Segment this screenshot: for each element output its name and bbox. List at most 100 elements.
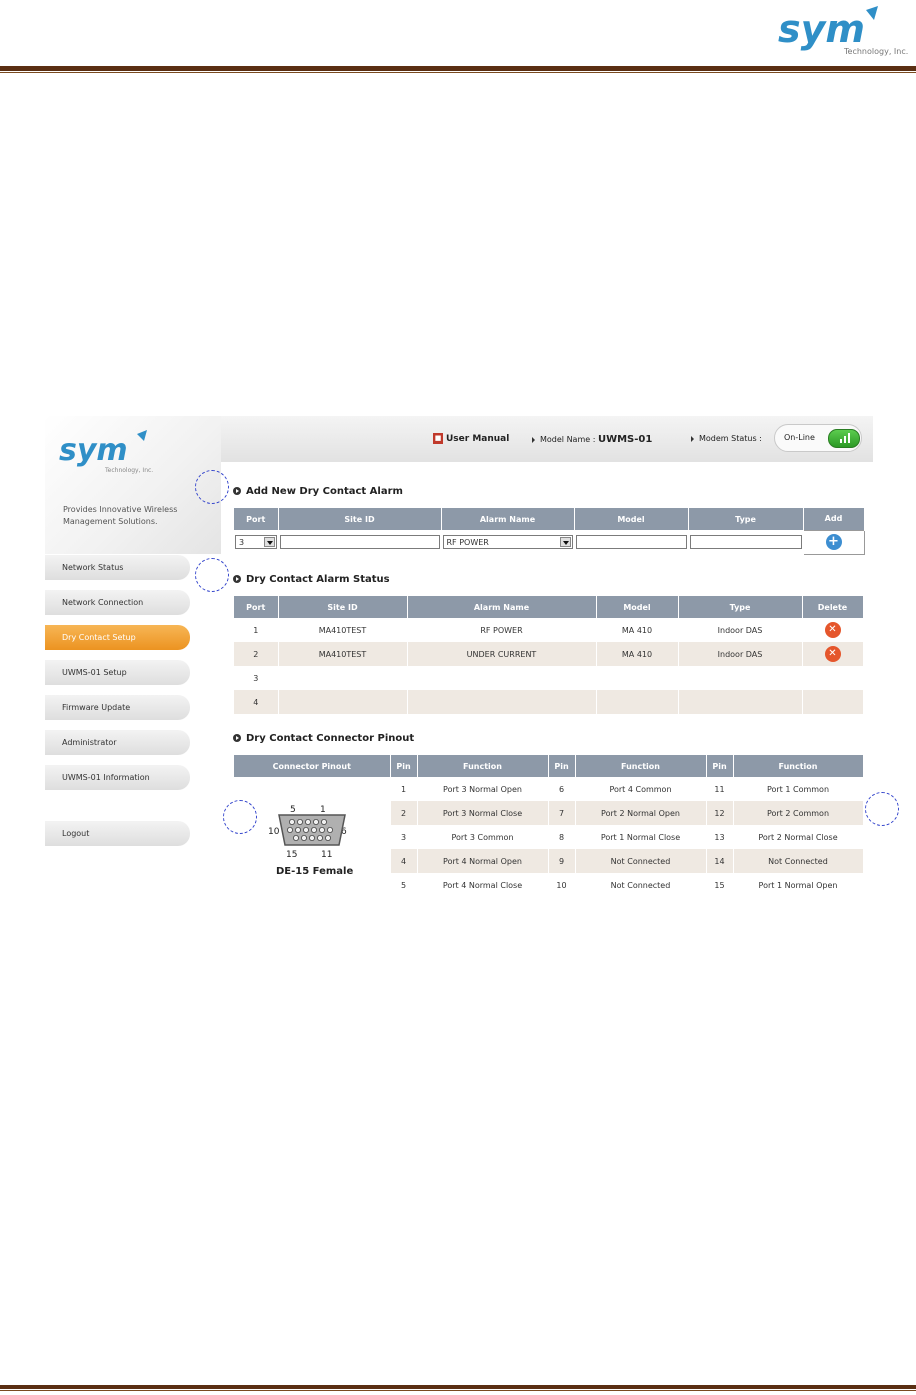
column-header: Delete	[802, 596, 864, 618]
alarm-status-title-text: Dry Contact Alarm Status	[246, 574, 390, 585]
port-cell: 3	[234, 530, 279, 554]
function-value: Not Connected	[575, 873, 707, 897]
nav-uwms-setup[interactable]: UWMS-01 Setup	[45, 660, 190, 685]
arrow-icon	[691, 435, 694, 442]
nav-label: UWMS-01 Information	[62, 773, 150, 782]
chevron-down-icon	[559, 537, 571, 547]
user-manual-link[interactable]: ■ User Manual	[433, 433, 509, 444]
site-id-value	[278, 666, 408, 690]
alarm-name-select[interactable]: RF POWER	[442, 535, 573, 549]
alarm-name-value: UNDER CURRENT	[407, 642, 597, 666]
document-logo-subtext: Technology, Inc.	[843, 47, 908, 56]
app-window: sym Technology, Inc. Provides Innovative…	[45, 416, 873, 904]
function-value: Port 3 Normal Open	[417, 777, 549, 801]
site-id-input[interactable]	[279, 535, 440, 549]
port-value: 4	[234, 690, 279, 714]
pin-value: 11	[706, 777, 734, 801]
type-value	[678, 666, 803, 690]
pin-value: 8	[548, 825, 576, 849]
model-name: Model Name : UWMS-01	[532, 434, 652, 445]
callout-circle	[195, 558, 229, 592]
add-alarm-title: Add New Dry Contact Alarm	[233, 486, 403, 497]
modem-status-value: On-Line	[784, 433, 815, 442]
column-header: Add	[803, 508, 865, 530]
nav-label: Administrator	[62, 738, 117, 747]
pin-value: 5	[390, 873, 418, 897]
model-value: MA 410	[596, 642, 679, 666]
logout-button[interactable]: Logout	[45, 821, 190, 846]
function-value: Port 1 Normal Open	[733, 873, 864, 897]
model-value	[596, 690, 679, 714]
function-value: Port 4 Common	[575, 777, 707, 801]
pin-value: 1	[390, 777, 418, 801]
model-value	[596, 666, 679, 690]
column-header: Connector Pinout	[234, 755, 391, 777]
pin-value: 4	[390, 849, 418, 873]
port-select[interactable]: 3	[235, 535, 277, 549]
user-manual-label: User Manual	[446, 434, 510, 444]
nav-administrator[interactable]: Administrator	[45, 730, 190, 755]
column-header: Port	[234, 508, 279, 530]
nav-network-connection[interactable]: Network Connection	[45, 590, 190, 615]
nav-uwms-information[interactable]: UWMS-01 Information	[45, 765, 190, 790]
page-top-rule-thin	[0, 72, 916, 73]
column-header: Function	[733, 755, 864, 777]
port-value: 2	[234, 642, 279, 666]
model-cell	[574, 530, 689, 554]
nav-dry-contact-setup[interactable]: Dry Contact Setup	[45, 625, 190, 650]
app-logo-text: sym	[59, 433, 128, 468]
function-value: Port 1 Common	[733, 777, 864, 801]
table-row: 4	[234, 690, 864, 714]
function-value: Not Connected	[575, 849, 707, 873]
delete-cell	[802, 690, 864, 714]
app-logo: sym Technology, Inc.	[59, 430, 153, 474]
delete-button[interactable]: ✕	[824, 622, 841, 638]
callout-circle	[223, 800, 257, 834]
function-value: Port 4 Normal Close	[417, 873, 549, 897]
page-top-rule	[0, 66, 916, 71]
nav-firmware-update[interactable]: Firmware Update	[45, 695, 190, 720]
type-input[interactable]	[689, 535, 802, 549]
column-header: Pin	[548, 755, 576, 777]
modem-status: Modem Status :	[691, 434, 762, 443]
nav-label: Dry Contact Setup	[62, 633, 136, 642]
alarm-name-value	[407, 690, 597, 714]
page-bottom-rule	[0, 1385, 916, 1389]
delete-cell: ✕	[802, 618, 864, 642]
add-button[interactable]: +	[825, 534, 842, 550]
site-id-value: MA410TEST	[278, 618, 408, 642]
pin-value: 9	[548, 849, 576, 873]
callout-circle	[865, 792, 899, 826]
function-value: Port 4 Normal Open	[417, 849, 549, 873]
pin-value: 12	[706, 801, 734, 825]
column-header: Model	[574, 508, 689, 530]
nav-label: Logout	[62, 829, 90, 838]
modem-status-indicator: On-Line	[774, 424, 862, 452]
document-logo: sym Technology, Inc.	[774, 4, 910, 62]
model-input[interactable]	[575, 535, 687, 549]
brand-tagline: Provides Innovative Wireless Management …	[63, 505, 178, 526]
column-header: Pin	[390, 755, 418, 777]
add-alarm-title-text: Add New Dry Contact Alarm	[246, 486, 403, 497]
function-value: Port 2 Normal Close	[733, 825, 864, 849]
port-select-value: 3	[239, 538, 245, 547]
nav-label: UWMS-01 Setup	[62, 668, 127, 677]
nav-label: Firmware Update	[62, 703, 131, 712]
model-name-value: UWMS-01	[597, 434, 653, 445]
pin-value: 14	[706, 849, 734, 873]
table-row: 3	[234, 666, 864, 690]
pin-value: 2	[390, 801, 418, 825]
site-id-value	[278, 690, 408, 714]
column-header: Alarm Name	[407, 596, 597, 618]
table-row: 2 MA410TEST UNDER CURRENT MA 410 Indoor …	[234, 642, 864, 666]
pin-value: 7	[548, 801, 576, 825]
nav-network-status[interactable]: Network Status	[45, 555, 190, 580]
port-value: 1	[234, 618, 279, 642]
delete-button[interactable]: ✕	[824, 646, 841, 662]
pin-label: 10	[268, 827, 280, 837]
model-name-label: Model Name :	[540, 435, 596, 444]
column-header: Site ID	[278, 596, 408, 618]
app-logo-subtext: Technology, Inc.	[104, 467, 153, 474]
table-row: 1 Port 3 Normal Open 6 Port 4 Common 11 …	[234, 777, 864, 897]
column-header: Pin	[706, 755, 734, 777]
